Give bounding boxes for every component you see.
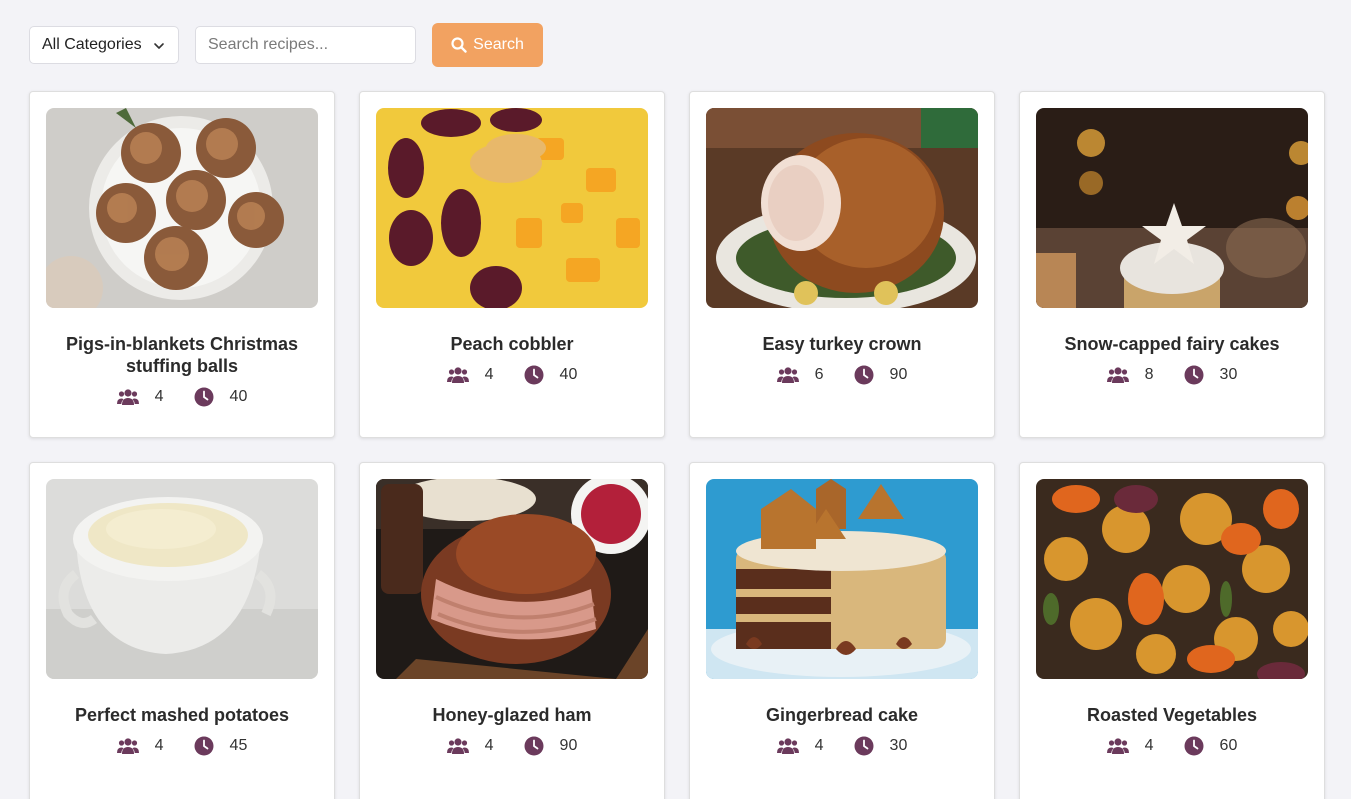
recipe-image — [46, 479, 318, 679]
clock-icon — [194, 736, 214, 756]
clock-icon — [854, 736, 874, 756]
servings-value: 4 — [484, 737, 494, 754]
servings-value: 8 — [1144, 366, 1154, 383]
clock-icon — [524, 736, 544, 756]
recipe-meta: 4 40 — [376, 365, 648, 385]
recipe-image — [706, 479, 978, 679]
clock-icon — [854, 365, 874, 385]
users-icon — [776, 367, 799, 383]
time-value: 30 — [889, 737, 908, 754]
recipe-card[interactable]: Gingerbread cake 4 30 — [689, 462, 995, 799]
recipe-meta: 6 90 — [706, 365, 978, 385]
users-icon — [1106, 367, 1129, 383]
clock-icon — [1184, 736, 1204, 756]
time-value: 60 — [1219, 737, 1238, 754]
recipe-card[interactable]: Easy turkey crown 6 90 — [689, 91, 995, 438]
clock-icon — [194, 387, 214, 407]
recipe-meta: 8 30 — [1036, 365, 1308, 385]
recipe-card[interactable]: Honey-glazed ham 4 90 — [359, 462, 665, 799]
search-input[interactable] — [195, 26, 416, 64]
recipe-title: Snow-capped fairy cakes — [1064, 334, 1280, 354]
search-button-label: Search — [473, 36, 524, 53]
category-select[interactable]: All Categories — [29, 26, 179, 64]
recipe-title: Roasted Vegetables — [1086, 705, 1258, 725]
time-value: 40 — [559, 366, 578, 383]
time-value: 90 — [889, 366, 908, 383]
servings-value: 4 — [1144, 737, 1154, 754]
recipe-image — [376, 108, 648, 308]
recipe-card[interactable]: Snow-capped fairy cakes 8 30 — [1019, 91, 1325, 438]
recipe-image — [376, 479, 648, 679]
servings-value: 4 — [484, 366, 494, 383]
users-icon — [446, 738, 469, 754]
users-icon — [446, 367, 469, 383]
recipe-card[interactable]: Peach cobbler 4 40 — [359, 91, 665, 438]
recipe-meta: 4 30 — [706, 736, 978, 756]
users-icon — [1106, 738, 1129, 754]
users-icon — [116, 738, 139, 754]
recipe-grid: Pigs-in-blankets Christmas stuffing ball… — [29, 91, 1326, 799]
recipe-image — [1036, 108, 1308, 308]
recipe-title: Gingerbread cake — [765, 705, 919, 725]
recipe-image — [706, 108, 978, 308]
clock-icon — [1184, 365, 1204, 385]
recipe-image — [46, 108, 318, 308]
recipe-title: Honey-glazed ham — [432, 705, 592, 725]
search-button[interactable]: Search — [432, 23, 543, 67]
servings-value: 4 — [814, 737, 824, 754]
time-value: 40 — [229, 388, 248, 405]
time-value: 30 — [1219, 366, 1238, 383]
recipe-card[interactable]: Pigs-in-blankets Christmas stuffing ball… — [29, 91, 335, 438]
recipe-title: Pigs-in-blankets Christmas stuffing ball… — [65, 334, 299, 376]
clock-icon — [524, 365, 544, 385]
recipe-image — [1036, 479, 1308, 679]
recipe-meta: 4 90 — [376, 736, 648, 756]
recipe-title: Peach cobbler — [450, 334, 574, 354]
servings-value: 6 — [814, 366, 824, 383]
search-icon — [451, 37, 467, 53]
recipe-card[interactable]: Roasted Vegetables 4 60 — [1019, 462, 1325, 799]
chevron-down-icon — [154, 43, 164, 49]
time-value: 90 — [559, 737, 578, 754]
users-icon — [116, 389, 139, 405]
users-icon — [776, 738, 799, 754]
recipe-card[interactable]: Perfect mashed potatoes 4 45 — [29, 462, 335, 799]
category-select-value: All Categories — [42, 36, 142, 53]
recipe-title: Perfect mashed potatoes — [74, 705, 290, 725]
servings-value: 4 — [154, 388, 164, 405]
time-value: 45 — [229, 737, 248, 754]
recipe-meta: 4 40 — [46, 387, 318, 407]
servings-value: 4 — [154, 737, 164, 754]
recipe-meta: 4 60 — [1036, 736, 1308, 756]
recipe-meta: 4 45 — [46, 736, 318, 756]
recipe-title: Easy turkey crown — [762, 334, 922, 354]
